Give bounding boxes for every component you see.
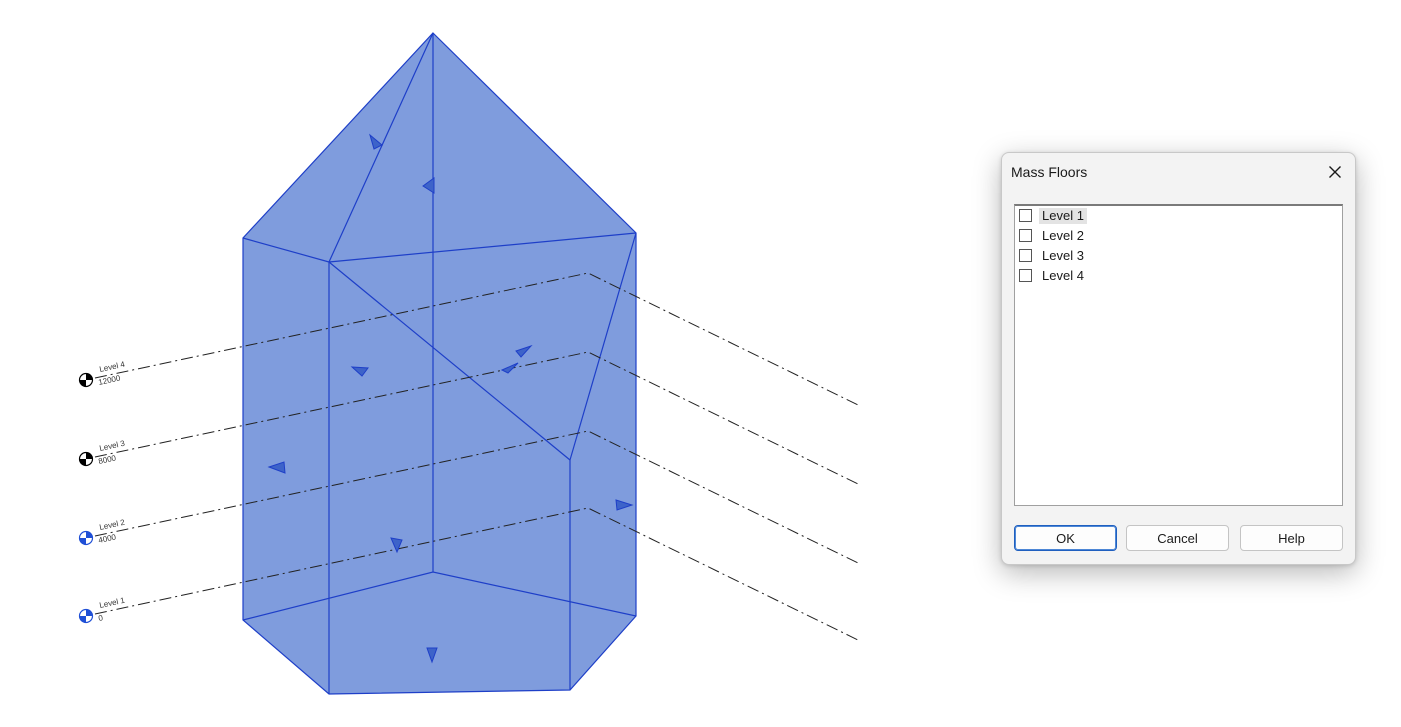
ok-button[interactable]: OK	[1014, 525, 1117, 551]
close-button[interactable]	[1321, 159, 1349, 185]
level-marker-icon	[78, 372, 94, 388]
level-item-label: Level 1	[1039, 208, 1087, 224]
level-item-label: Level 2	[1042, 228, 1084, 243]
mass-form[interactable]	[242, 32, 637, 695]
level-checklist[interactable]: Level 1 Level 2 Level 3 Level 4	[1014, 204, 1343, 506]
mass-silhouette	[242, 32, 637, 695]
mass-floors-dialog: Mass Floors Level 1 Level 2 Level 3 Leve…	[1001, 152, 1356, 565]
3d-view-canvas[interactable]: Level 4 12000 Level 3 8000 Level 2 4000	[0, 0, 880, 727]
level-list-item-2[interactable]: Level 2	[1015, 226, 1342, 246]
level-marker-icon	[78, 451, 94, 467]
mass-model-drawing: Level 4 12000 Level 3 8000 Level 2 4000	[78, 32, 859, 695]
level-marker-icon	[78, 608, 94, 624]
level-item-label: Level 4	[1042, 268, 1084, 283]
level-elevation: 4000	[98, 532, 118, 545]
close-icon	[1329, 166, 1341, 178]
dialog-title: Mass Floors	[1011, 164, 1088, 180]
level-checkbox[interactable]	[1019, 229, 1032, 242]
level-checkbox[interactable]	[1019, 209, 1032, 222]
level-elevation: 12000	[98, 373, 122, 387]
level-item-label: Level 3	[1042, 248, 1084, 263]
level-elevation: 8000	[98, 453, 118, 466]
help-button[interactable]: Help	[1240, 525, 1343, 551]
level-checkbox[interactable]	[1019, 249, 1032, 262]
level-elevation: 0	[98, 613, 105, 623]
level-marker-icon	[78, 530, 94, 546]
level-list-item-1[interactable]: Level 1	[1015, 206, 1342, 226]
cancel-button[interactable]: Cancel	[1126, 525, 1229, 551]
level-tag-1[interactable]: Level 1 0	[78, 596, 127, 624]
level-tag-4[interactable]: Level 4 12000	[78, 360, 127, 388]
level-list-item-4[interactable]: Level 4	[1015, 266, 1342, 286]
level-list-item-3[interactable]: Level 3	[1015, 246, 1342, 266]
level-checkbox[interactable]	[1019, 269, 1032, 282]
